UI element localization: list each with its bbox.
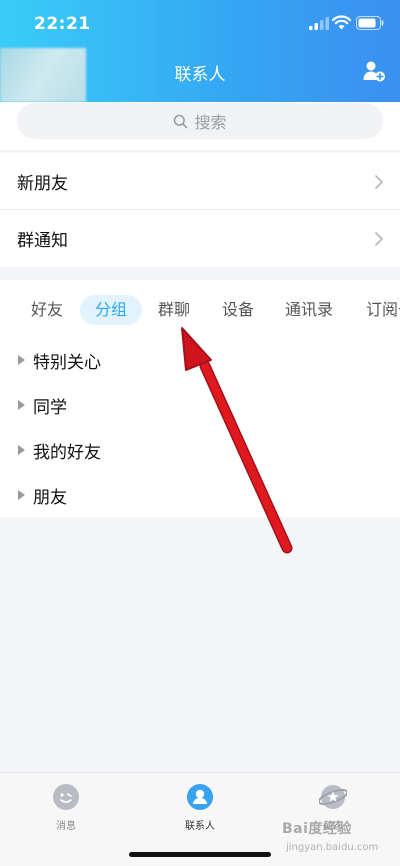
group-label: 朋友 bbox=[33, 487, 67, 508]
group-label: 同学 bbox=[33, 397, 67, 418]
group-item[interactable]: 我的好友 bbox=[0, 430, 400, 470]
group-label: 我的好友 bbox=[33, 442, 101, 463]
contacts-icon bbox=[187, 784, 213, 810]
page-title: 联系人 bbox=[174, 65, 226, 85]
expand-triangle-icon bbox=[18, 490, 25, 500]
search-section: 搜索 bbox=[0, 102, 400, 150]
expand-triangle-icon bbox=[18, 400, 25, 410]
tab-friends[interactable]: 好友 bbox=[31, 295, 63, 325]
tab-group-chats[interactable]: 群聊 bbox=[158, 295, 190, 325]
contacts-panel: 好友 分组 群聊 设备 通讯录 订阅号 特别关心 同学 我的好友 朋友 bbox=[0, 280, 400, 517]
group-item[interactable]: 朋友 bbox=[0, 475, 400, 515]
new-friends-row[interactable]: 新朋友 bbox=[0, 153, 400, 210]
group-item[interactable]: 同学 bbox=[0, 385, 400, 425]
message-icon bbox=[53, 784, 79, 810]
header-bar: 22:21 联系人 bbox=[0, 0, 400, 102]
search-icon bbox=[174, 114, 188, 128]
tab-subscriptions[interactable]: 订阅号 bbox=[366, 295, 400, 325]
group-notice-row[interactable]: 群通知 bbox=[0, 210, 400, 267]
tab-address-book[interactable]: 通讯录 bbox=[285, 295, 333, 325]
group-item[interactable]: 特别关心 bbox=[0, 340, 400, 380]
expand-triangle-icon bbox=[18, 445, 25, 455]
tabbar-label: 联系人 bbox=[185, 821, 215, 832]
search-input[interactable]: 搜索 bbox=[17, 103, 383, 139]
chevron-right-icon bbox=[375, 231, 383, 246]
group-notice-label: 群通知 bbox=[17, 231, 68, 251]
cellular-signal-icon bbox=[309, 17, 329, 30]
search-placeholder: 搜索 bbox=[194, 113, 227, 132]
watermark-url: jingyan.baidu.com bbox=[286, 842, 379, 853]
tab-groups[interactable]: 分组 bbox=[80, 295, 143, 325]
battery-icon bbox=[356, 16, 384, 30]
expand-triangle-icon bbox=[18, 355, 25, 365]
chevron-right-icon bbox=[375, 174, 383, 189]
tabbar-messages[interactable]: 消息 bbox=[26, 783, 106, 832]
tab-devices[interactable]: 设备 bbox=[222, 295, 254, 325]
planet-icon bbox=[317, 785, 349, 809]
status-bar: 22:21 bbox=[0, 0, 400, 48]
home-indicator bbox=[129, 852, 271, 857]
add-contact-icon[interactable] bbox=[362, 59, 386, 83]
tabbar-label: 消息 bbox=[56, 821, 76, 832]
status-time: 22:21 bbox=[34, 14, 91, 34]
group-label: 特别关心 bbox=[33, 352, 101, 373]
wifi-icon bbox=[332, 15, 351, 30]
tabbar-contacts[interactable]: 联系人 bbox=[160, 783, 240, 832]
watermark-logo: Bai度经验 bbox=[282, 821, 352, 837]
new-friends-label: 新朋友 bbox=[17, 174, 68, 194]
